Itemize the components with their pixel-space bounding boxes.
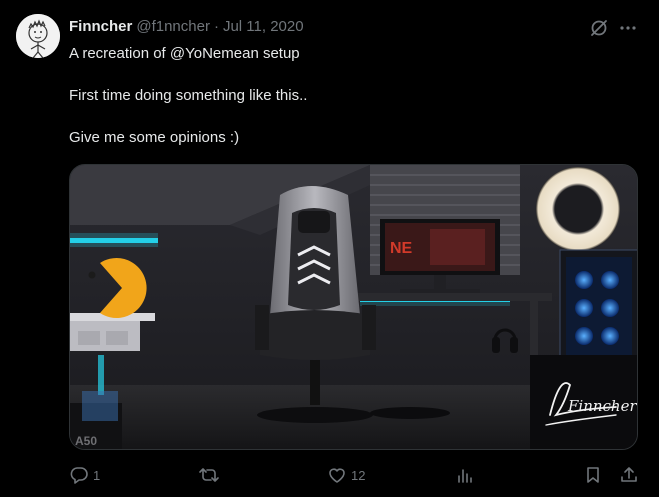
tweet-actions: 1 12 (69, 462, 639, 488)
retweet-button[interactable] (199, 462, 223, 488)
views-button[interactable] (455, 462, 479, 488)
tweet-media-image[interactable]: A50 NE Finncher (69, 164, 638, 450)
share-icon (621, 467, 637, 482)
reply-count: 1 (93, 467, 101, 483)
bookmark-icon (587, 467, 599, 483)
share-button[interactable] (619, 462, 639, 488)
grok-icon[interactable] (588, 17, 610, 39)
views-icon (458, 469, 472, 483)
tweet-header: Finncher @f1nncher · Jul 11, 2020 (69, 16, 304, 36)
svg-text:NE: NE (390, 240, 413, 257)
reply-icon (70, 467, 88, 484)
tweet-text: A recreation of @YoNemean setup First ti… (69, 44, 307, 148)
signature-text: Finncher (567, 397, 637, 415)
tweet[interactable]: Finncher @f1nncher · Jul 11, 2020 A recr… (0, 0, 659, 497)
tweet-text-line: First time doing something like this.. (69, 87, 308, 104)
bookmark-button[interactable] (583, 462, 603, 488)
user-handle[interactable]: @f1nncher (136, 18, 210, 35)
display-name[interactable]: Finncher (69, 18, 132, 35)
tweet-date[interactable]: Jul 11, 2020 (223, 18, 304, 35)
tweet-text-line: A recreation of @YoNemean setup (69, 45, 300, 62)
like-count: 12 (351, 467, 366, 483)
reply-button[interactable]: 1 (69, 462, 100, 488)
psu-label: A50 (75, 434, 97, 448)
avatar[interactable] (16, 14, 60, 58)
tweet-text-line: Give me some opinions :) (69, 129, 240, 146)
like-button[interactable]: 12 (327, 462, 365, 488)
retweet-icon (199, 468, 219, 482)
like-icon (329, 468, 345, 483)
more-icon[interactable] (617, 17, 639, 39)
separator-dot: · (213, 17, 219, 35)
